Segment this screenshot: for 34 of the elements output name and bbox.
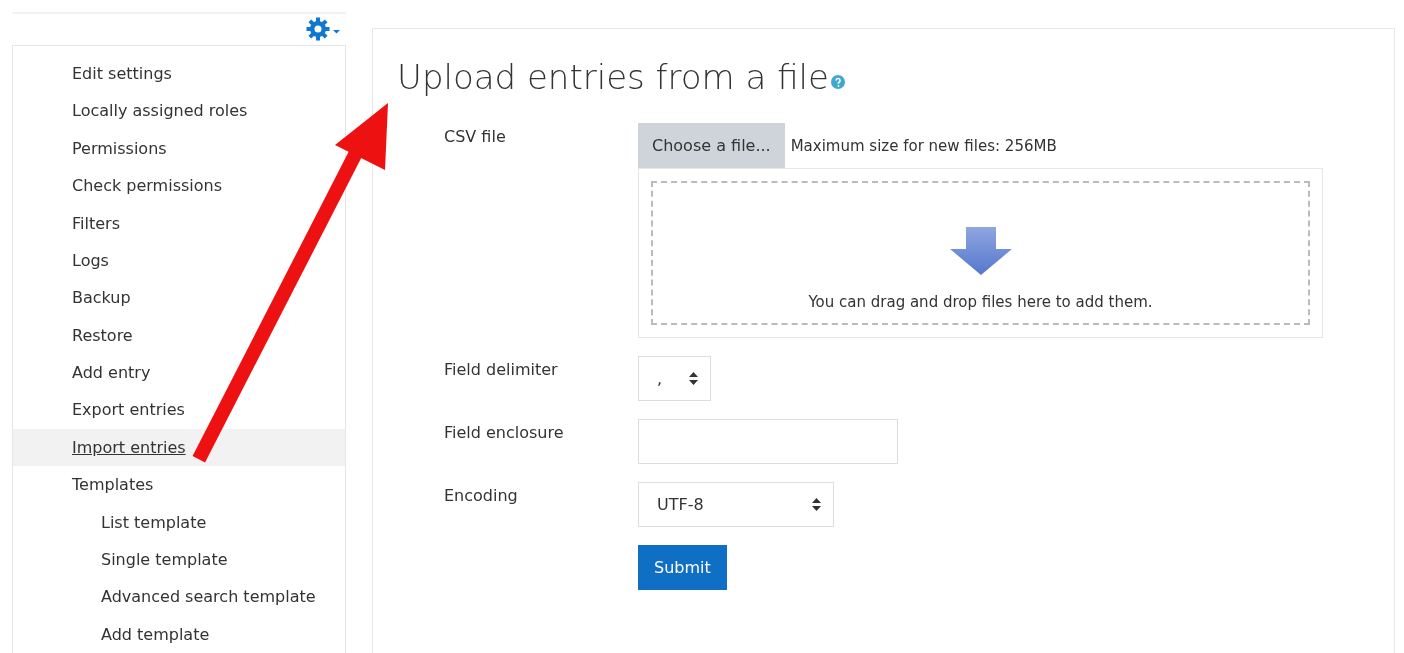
menu-item[interactable]: Edit settings <box>72 63 172 83</box>
updown-icon <box>689 372 698 385</box>
delimiter-select[interactable]: , <box>638 356 711 401</box>
menu-item[interactable]: List template <box>101 512 207 532</box>
menu-item[interactable]: Add entry <box>72 363 151 383</box>
enclosure-field[interactable] <box>638 419 898 464</box>
menu-item[interactable]: Check permissions <box>72 176 222 196</box>
choose-file-button[interactable]: Choose a file... <box>638 123 785 168</box>
menu-item[interactable]: Advanced search template <box>101 587 316 607</box>
menu-item[interactable]: Import entries <box>72 437 186 457</box>
encoding-select[interactable]: UTF-8 <box>638 482 834 527</box>
menu-item[interactable]: Add template <box>101 624 210 644</box>
menu-item[interactable]: Logs <box>72 250 109 270</box>
menu-item[interactable]: Export entries <box>72 400 185 420</box>
submit-button[interactable]: Submit <box>638 545 727 590</box>
menu-item[interactable]: Templates <box>72 475 154 495</box>
page-title: Upload entries from a file <box>397 57 829 97</box>
drop-zone[interactable]: You can drag and drop files here to add them. <box>638 168 1323 338</box>
menu-item[interactable]: Backup <box>72 288 131 308</box>
max-size-text: Maximum size for new files: 256MB <box>790 136 1057 155</box>
menu-item[interactable]: Locally assigned roles <box>72 101 248 121</box>
help-icon[interactable] <box>830 75 845 89</box>
menu-item[interactable]: Restore <box>72 325 133 345</box>
field-label: CSV file <box>443 126 507 148</box>
menu-item[interactable]: Filters <box>72 213 120 233</box>
settings-icon[interactable] <box>306 17 342 42</box>
field-label: Field enclosure <box>443 422 565 444</box>
drop-hint: You can drag and drop files here to add them. <box>808 293 1153 311</box>
menu-item[interactable]: Single template <box>101 550 228 569</box>
field-label: Encoding <box>443 485 519 507</box>
down-arrow-icon <box>949 227 1012 275</box>
updown-icon <box>812 498 821 511</box>
menu-item[interactable]: Permissions <box>72 138 167 158</box>
field-label: Field delimiter <box>443 359 559 381</box>
